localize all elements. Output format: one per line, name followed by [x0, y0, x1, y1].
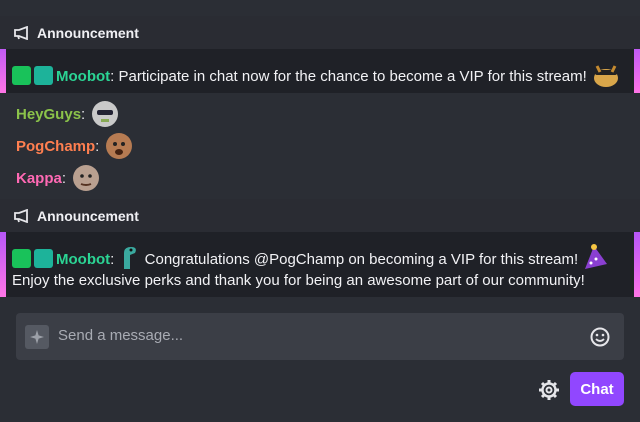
announcement-title: Announcement: [37, 24, 139, 41]
chat-input-placeholder[interactable]: Send a message...: [58, 327, 183, 344]
moderator-badge-icon[interactable]: [12, 66, 31, 85]
party-hat-emote-icon[interactable]: [582, 243, 610, 271]
emoji-picker-icon[interactable]: [590, 327, 610, 347]
message-text: Participate in chat now for the chance t…: [118, 68, 587, 85]
chat-line-heyguys: HeyGuys:: [16, 100, 119, 128]
bot-badge-icon[interactable]: [34, 249, 53, 268]
heyguys-emote-icon[interactable]: [91, 100, 119, 128]
chat-send-button[interactable]: Chat: [570, 372, 624, 406]
chat-input-box[interactable]: Send a message...: [16, 313, 624, 360]
kappa-emote-icon[interactable]: [72, 164, 100, 192]
announcement-message: Moobot: Participate in chat now for the …: [12, 60, 628, 88]
sparkle-icon[interactable]: [25, 325, 49, 349]
username[interactable]: Moobot: [56, 251, 110, 268]
cool-cat-emote-icon[interactable]: [591, 60, 621, 88]
chat-line-pogchamp: PogChamp:: [16, 132, 133, 160]
pogchamp-emote-icon[interactable]: [105, 132, 133, 160]
moderator-badge-icon[interactable]: [12, 249, 31, 268]
dinosaur-emote-icon[interactable]: [118, 245, 140, 271]
announcement-header: Announcement: [0, 199, 640, 232]
bot-badge-icon[interactable]: [34, 66, 53, 85]
chat-settings-gear-icon[interactable]: [538, 379, 560, 401]
announcement-1: Announcement Moobot: Participate in chat…: [0, 16, 640, 93]
announcement-2: Announcement Moobot: Congratulations @Po…: [0, 199, 640, 297]
message-text: Congratulations @PogChamp on becoming a …: [144, 251, 579, 268]
colon: :: [110, 251, 119, 268]
username[interactable]: Moobot: [56, 68, 110, 85]
chat-username[interactable]: Kappa: [16, 170, 62, 187]
announcement-header: Announcement: [0, 16, 640, 49]
chat-line-kappa: Kappa:: [16, 164, 100, 192]
announcement-title: Announcement: [37, 207, 139, 224]
megaphone-icon: [14, 208, 28, 223]
chat-username[interactable]: HeyGuys: [16, 106, 81, 123]
megaphone-icon: [14, 25, 28, 40]
message-text-continued: Enjoy the exclusive perks and thank you …: [12, 272, 585, 289]
announcement-message: Moobot: Congratulations @PogChamp on bec…: [12, 243, 628, 292]
chat-username[interactable]: PogChamp: [16, 138, 95, 155]
